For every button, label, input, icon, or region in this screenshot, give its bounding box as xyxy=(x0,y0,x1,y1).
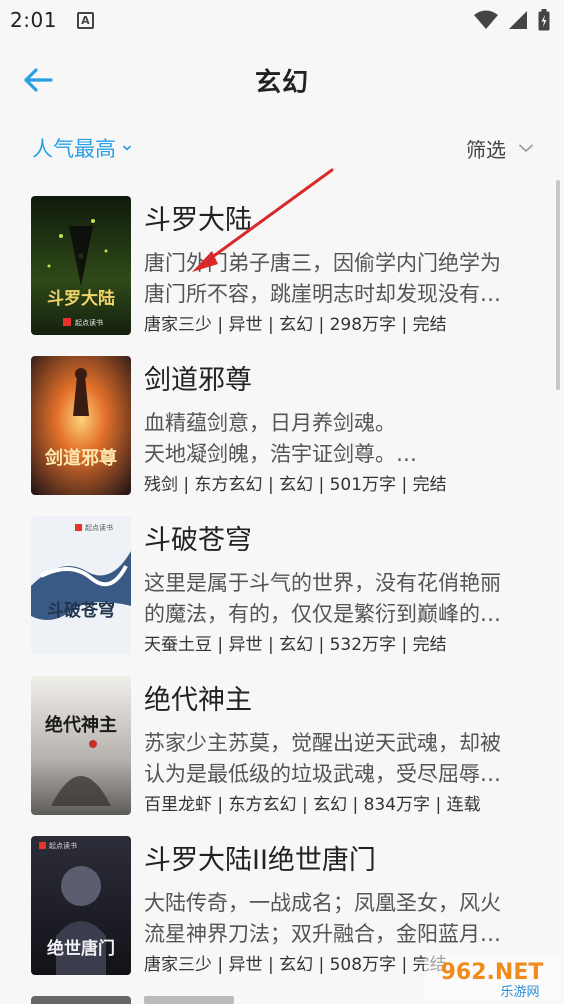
book-meta: 残剑 | 东方玄幻 | 玄幻 | 501万字 | 完结 xyxy=(144,475,447,495)
book-desc-line: 流星神界刀法；双升融合，金阳蓝月… xyxy=(144,922,501,946)
book-meta: 唐家三少 | 异世 | 玄幻 | 298万字 | 完结 xyxy=(144,315,447,335)
book-item[interactable]: 剑道邪尊 剑道邪尊 血精蕴剑意，日月养剑魂。 天地凝剑魄，浩宇证剑尊。… 残剑 … xyxy=(0,348,564,508)
book-cover: 绝代神主 xyxy=(31,676,131,815)
sort-label: 人气最高 xyxy=(32,137,116,161)
cover-badge-text: 起点读书 xyxy=(75,318,103,327)
signal-icon xyxy=(509,11,527,29)
status-right-group xyxy=(474,9,550,31)
cover-title-text: 斗破苍穹 xyxy=(47,600,115,621)
book-cover: 斗罗大陆 起点读书 xyxy=(31,196,131,335)
book-meta: 天蚕土豆 | 异世 | 玄幻 | 532万字 | 完结 xyxy=(144,635,447,655)
book-desc-line: 血精蕴剑意，日月养剑魂。 xyxy=(144,411,396,435)
book-desc-line: 大陆传奇，一战成名；凤凰圣女，风火 xyxy=(144,891,501,915)
status-time: 2:01 xyxy=(10,8,57,32)
chevron-down-icon xyxy=(518,144,534,153)
cover-badge-text: 起点读书 xyxy=(49,841,77,850)
book-desc-line: 唐门所不容，跳崖明志时却发现没有… xyxy=(144,282,501,306)
book-desc-line: 天地凝剑魄，浩宇证剑尊。… xyxy=(144,442,417,466)
cover-title-text: 斗罗大陆 xyxy=(47,288,115,309)
notification-a-icon: A xyxy=(76,11,94,29)
book-title: 绝代神主 xyxy=(144,685,252,716)
book-cover: 斗破苍穹 起点读书 xyxy=(31,516,131,655)
chevron-down-icon xyxy=(122,145,132,151)
cover-title-text: 绝世唐门 xyxy=(47,938,115,959)
book-desc-line: 认为是最低级的垃圾武魂，受尽屈辱… xyxy=(144,762,501,786)
book-description: 大陆传奇，一战成名；凤凰圣女，风火 流星神界刀法；双升融合，金阳蓝月… xyxy=(144,888,549,950)
scrollbar[interactable] xyxy=(556,180,560,390)
status-bar: 2:01 A xyxy=(0,0,564,40)
battery-icon xyxy=(538,9,550,31)
cover-title-text: 绝代神主 xyxy=(45,714,117,736)
filter-label: 筛选 xyxy=(466,137,506,162)
book-title: 斗罗大陆 xyxy=(144,205,252,236)
watermark-sub-text: 乐游网 xyxy=(500,985,539,1000)
book-item[interactable]: 绝代神主 绝代神主 苏家少主苏莫，觉醒出逆天武魂，却被 认为是最低级的垃圾武魂，… xyxy=(0,668,564,828)
book-meta: 唐家三少 | 异世 | 玄幻 | 508万字 | 完结 xyxy=(144,955,447,975)
page-title: 玄幻 xyxy=(254,67,309,98)
book-item[interactable]: 斗罗大陆 起点读书 斗罗大陆 唐门外门弟子唐三，因偷学内门绝学为 唐门所不容，跳… xyxy=(0,188,564,348)
app-header: 玄幻 xyxy=(0,40,564,120)
sort-dropdown[interactable]: 人气最高 xyxy=(32,133,132,163)
next-book-cover xyxy=(31,996,131,1004)
book-description: 苏家少主苏莫，觉醒出逆天武魂，却被 认为是最低级的垃圾武魂，受尽屈辱… xyxy=(144,728,549,790)
filter-dropdown[interactable]: 筛选 xyxy=(466,134,534,163)
watermark-logo-text: 962.NET xyxy=(441,960,544,985)
book-desc-line: 的魔法，有的，仅仅是繁衍到巅峰的… xyxy=(144,602,501,626)
book-title: 斗罗大陆II绝世唐门 xyxy=(144,845,376,876)
next-book-title xyxy=(144,996,234,1004)
filter-row: 人气最高 筛选 xyxy=(0,124,564,172)
wifi-icon xyxy=(474,10,498,29)
book-title: 剑道邪尊 xyxy=(144,365,252,396)
back-button[interactable] xyxy=(18,62,58,98)
book-description: 唐门外门弟子唐三，因偷学内门绝学为 唐门所不容，跳崖明志时却发现没有… xyxy=(144,248,549,310)
book-description: 血精蕴剑意，日月养剑魂。 天地凝剑魄，浩宇证剑尊。… xyxy=(144,408,549,470)
book-item[interactable]: 斗破苍穹 起点读书 斗破苍穹 这里是属于斗气的世界，没有花俏艳丽 的魔法，有的，… xyxy=(0,508,564,668)
back-arrow-icon xyxy=(24,68,53,92)
cover-badge-text: 起点读书 xyxy=(85,523,113,532)
watermark-logo: 962.NET 乐游网 xyxy=(420,950,564,1004)
book-desc-line: 这里是属于斗气的世界，没有花俏艳丽 xyxy=(144,571,501,595)
cover-title-text: 剑道邪尊 xyxy=(44,447,117,469)
book-desc-line: 苏家少主苏莫，觉醒出逆天武魂，却被 xyxy=(144,731,501,755)
book-title: 斗破苍穹 xyxy=(144,525,252,556)
book-description: 这里是属于斗气的世界，没有花俏艳丽 的魔法，有的，仅仅是繁衍到巅峰的… xyxy=(144,568,549,630)
book-meta: 百里龙虾 | 东方玄幻 | 玄幻 | 834万字 | 连载 xyxy=(144,795,481,815)
book-desc-line: 唐门外门弟子唐三，因偷学内门绝学为 xyxy=(144,251,501,275)
book-cover: 剑道邪尊 xyxy=(31,356,131,495)
book-cover: 绝世唐门 起点读书 xyxy=(31,836,131,975)
